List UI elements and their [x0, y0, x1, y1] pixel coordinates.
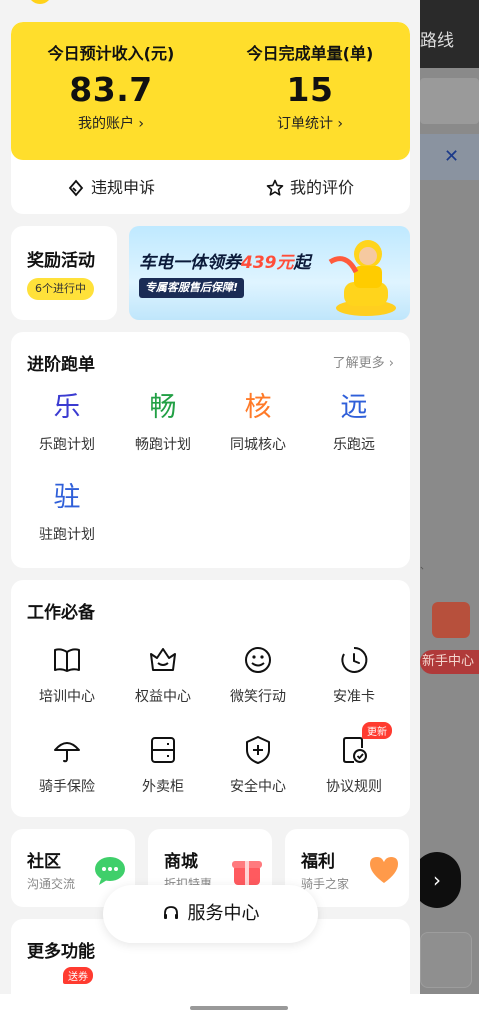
- rider-illustration: [328, 240, 396, 316]
- learn-more-link[interactable]: 了解更多 ›: [333, 352, 394, 371]
- agreement-icon: 更新: [304, 722, 404, 770]
- book-icon: [17, 640, 117, 680]
- update-badge: 更新: [362, 722, 392, 739]
- grid-item-agreement[interactable]: 更新 协议规则: [304, 722, 404, 796]
- benefits-label: 权益中心: [135, 689, 191, 705]
- grid-item-station-run[interactable]: 驻 驻跑计划: [17, 478, 117, 544]
- le-run-icon: 乐: [53, 392, 81, 423]
- background-bottom-card: [420, 932, 472, 988]
- clock-icon: [304, 640, 404, 680]
- reward-count-badge: 6个进行中: [27, 278, 94, 300]
- income-card: 今日预计收入(元) 83.7 我的账户 › 今日完成单量(单) 15 订单统计 …: [11, 22, 410, 214]
- crown-icon: [113, 640, 213, 680]
- banner-prefix: 车电一体领券: [139, 253, 241, 273]
- coupon-badge: 送券: [63, 967, 93, 984]
- service-center-label: 服务中心: [187, 903, 260, 924]
- work-essentials-title: 工作必备: [27, 603, 95, 623]
- reward-title: 奖励活动: [27, 251, 95, 271]
- income-summary: 今日预计收入(元) 83.7 我的账户 › 今日完成单量(单) 15 订单统计 …: [11, 22, 410, 160]
- appeal-button[interactable]: 违规申诉: [11, 174, 211, 198]
- smile-action-label: 微笑行动: [230, 689, 286, 705]
- locker-label: 外卖柜: [142, 779, 184, 795]
- advanced-running-card: 进阶跑单 了解更多 › 乐 乐跑计划 畅 畅跑计划 核 同城核心 远 乐跑远 驻…: [11, 332, 410, 568]
- grid-item-smile-action[interactable]: 微笑行动: [208, 640, 308, 706]
- avatar[interactable]: [28, 0, 52, 4]
- le-run-far-label: 乐跑远: [333, 437, 375, 453]
- income-label: 今日预计收入(元): [47, 44, 175, 63]
- appeal-label: 违规申诉: [90, 178, 155, 197]
- grid-item-training[interactable]: 培训中心: [17, 640, 117, 706]
- advanced-running-title: 进阶跑单: [27, 355, 95, 375]
- city-core-label: 同城核心: [230, 437, 286, 453]
- station-run-icon: 驻: [53, 482, 81, 513]
- side-drawer: 今日预计收入(元) 83.7 我的账户 › 今日完成单量(单) 15 订单统计 …: [0, 0, 420, 994]
- agreement-label: 协议规则: [326, 779, 382, 795]
- home-indicator[interactable]: [190, 1006, 288, 1010]
- promo-banner[interactable]: 车电一体领券439元起 专属客服售后保障!: [129, 226, 410, 320]
- banner-suffix: 起: [293, 253, 311, 273]
- income-value: 83.7: [69, 70, 153, 109]
- headset-icon: [163, 906, 178, 919]
- security-center-label: 安全中心: [230, 779, 286, 795]
- le-run-label: 乐跑计划: [39, 437, 95, 453]
- rating-label: 我的评价: [289, 178, 354, 197]
- grid-item-benefits[interactable]: 权益中心: [113, 640, 213, 706]
- grid-item-safety-card[interactable]: 安准卡: [304, 640, 404, 706]
- gift-icon: [232, 861, 262, 885]
- grid-item-city-core[interactable]: 核 同城核心: [208, 388, 308, 454]
- service-center-button[interactable]: 服务中心: [103, 885, 318, 943]
- appeal-icon: [68, 179, 84, 197]
- mall-title: 商城: [164, 852, 198, 872]
- safety-card-label: 安准卡: [333, 689, 375, 705]
- close-icon[interactable]: ✕: [444, 146, 459, 167]
- orders-value: 15: [286, 70, 334, 109]
- city-core-icon: 核: [244, 392, 272, 423]
- orders-label: 今日完成单量(单): [246, 44, 374, 63]
- my-account-link[interactable]: 我的账户 ›: [11, 113, 211, 133]
- reward-section: 奖励活动 6个进行中 车电一体领券439元起 专属客服售后保障!: [11, 226, 410, 320]
- banner-headline: 车电一体领券439元起: [139, 248, 311, 273]
- orders-stat: 今日完成单量(单) 15 订单统计 ›: [210, 40, 410, 133]
- more-functions-title: 更多功能: [27, 942, 95, 962]
- grid-item-security-center[interactable]: 安全中心: [208, 730, 308, 796]
- grid-item-le-run[interactable]: 乐 乐跑计划: [17, 388, 117, 454]
- insurance-label: 骑手保险: [39, 779, 95, 795]
- work-essentials-card: 工作必备 培训中心 权益中心 微笑行动 安准卡 骑手保险 外卖柜 安全中心 更新…: [11, 580, 410, 817]
- banner-amount: 439元: [241, 253, 294, 273]
- umbrella-icon: [17, 730, 117, 770]
- station-run-label: 驻跑计划: [39, 527, 95, 543]
- training-label: 培训中心: [39, 689, 95, 705]
- background-dash: 、: [420, 561, 430, 572]
- welfare-subtitle: 骑手之家: [301, 877, 350, 891]
- le-run-far-icon: 远: [340, 392, 368, 423]
- newbie-center-label[interactable]: 新手中心: [420, 650, 479, 674]
- community-title: 社区: [27, 852, 61, 872]
- expand-arrow-button[interactable]: ›: [413, 852, 461, 908]
- chat-icon: [95, 857, 125, 885]
- chang-run-label: 畅跑计划: [135, 437, 191, 453]
- banner-subtitle: 专属客服售后保障!: [139, 278, 245, 298]
- my-rating-button[interactable]: 我的评价: [210, 174, 410, 198]
- grid-item-le-run-far[interactable]: 远 乐跑远: [304, 388, 404, 454]
- grid-item-locker[interactable]: 外卖柜: [113, 730, 213, 796]
- chang-run-icon: 畅: [149, 392, 177, 423]
- star-icon: [266, 179, 284, 196]
- reward-activities[interactable]: 奖励活动 6个进行中: [11, 226, 117, 320]
- smile-icon: [208, 640, 308, 680]
- grid-item-insurance[interactable]: 骑手保险: [17, 730, 117, 796]
- locker-icon: [113, 730, 213, 770]
- route-label[interactable]: 路线: [420, 26, 454, 51]
- grid-item-chang-run[interactable]: 畅 畅跑计划: [113, 388, 213, 454]
- welfare-title: 福利: [301, 852, 335, 872]
- community-subtitle: 沟通交流: [27, 877, 76, 891]
- income-stat: 今日预计收入(元) 83.7 我的账户 ›: [11, 40, 211, 133]
- newbie-gift-icon[interactable]: [420, 600, 479, 656]
- order-stats-link[interactable]: 订单统计 ›: [210, 113, 410, 133]
- shield-icon: [208, 730, 308, 770]
- heart-icon: [370, 857, 398, 883]
- background-input: [420, 78, 479, 124]
